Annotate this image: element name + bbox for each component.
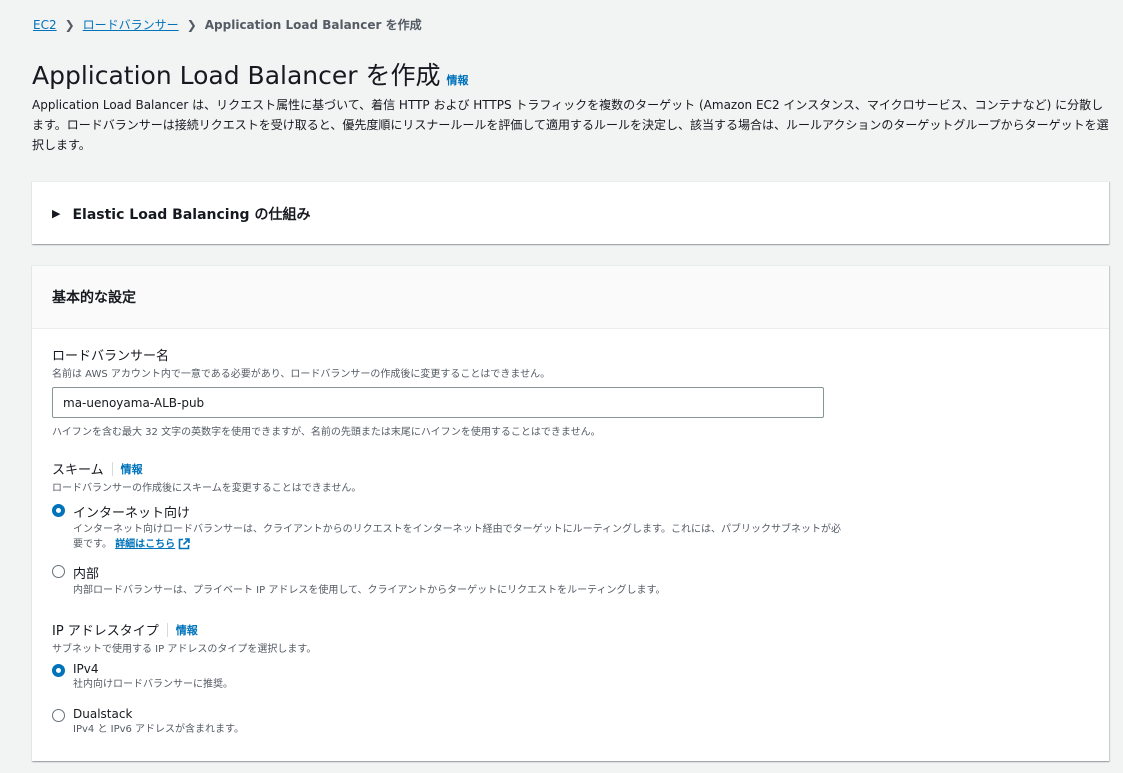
radio-description: 社内向けロードバランサーに推奨。: [73, 679, 233, 690]
lb-name-input[interactable]: [52, 387, 824, 418]
chevron-right-icon: ❯: [186, 17, 197, 32]
caret-right-icon: ▶: [52, 207, 61, 220]
radio-label: インターネット向け: [73, 506, 191, 521]
ip-type-info-link[interactable]: 情報: [176, 622, 198, 638]
radio-text: インターネット向け インターネット向けロードバランサーは、クライアントからのリク…: [73, 502, 843, 552]
info-link[interactable]: 情報: [446, 72, 468, 88]
lb-name-label: ロードバランサー名: [52, 349, 170, 364]
radio-text: 内部 内部ロードバランサーは、プライベート IP アドレスを使用して、クライアン…: [73, 563, 666, 598]
chevron-right-icon: ❯: [64, 17, 75, 32]
radio-button-selected[interactable]: [52, 504, 65, 517]
breadcrumb-load-balancers[interactable]: ロードバランサー: [83, 16, 179, 33]
ip-type-label: IP アドレスタイプ: [52, 624, 159, 639]
ip-option-ipv4[interactable]: IPv4 社内向けロードバランサーに推奨。: [52, 662, 233, 692]
breadcrumb: EC2 ❯ ロードバランサー ❯ Application Load Balanc…: [33, 16, 422, 33]
expander-label: Elastic Load Balancing の仕組み: [72, 206, 311, 223]
basic-settings-panel: 基本的な設定 ロードバランサー名 名前は AWS アカウント内で一意である必要が…: [32, 265, 1109, 761]
scheme-description: ロードバランサーの作成後にスキームを変更することはできません。: [52, 483, 362, 494]
ip-type-label-row: IP アドレスタイプ 情報: [52, 620, 316, 639]
basic-settings-heading: 基本的な設定: [32, 266, 1109, 329]
scheme-field: スキーム 情報 ロードバランサーの作成後にスキームを変更することはできません。: [52, 459, 361, 494]
radio-label: 内部: [73, 567, 100, 582]
radio-button[interactable]: [52, 565, 65, 578]
ip-type-description: サブネットで使用する IP アドレスのタイプを選択します。: [52, 644, 317, 655]
lb-name-description: 名前は AWS アカウント内で一意である必要があり、ロードバランサーの作成後に変…: [52, 369, 551, 380]
radio-button-selected[interactable]: [52, 664, 65, 677]
how-elb-works-panel: ▶ Elastic Load Balancing の仕組み: [32, 181, 1109, 244]
ip-type-field: IP アドレスタイプ 情報 サブネットで使用する IP アドレスのタイプを選択し…: [52, 620, 316, 655]
radio-description: IPv4 と IPv6 アドレスが含まれます。: [73, 724, 245, 735]
radio-label: IPv4: [73, 662, 99, 676]
scheme-option-internet-facing[interactable]: インターネット向け インターネット向けロードバランサーは、クライアントからのリク…: [52, 502, 843, 552]
radio-text: Dualstack IPv4 と IPv6 アドレスが含まれます。: [73, 707, 244, 737]
how-elb-works-expander[interactable]: ▶ Elastic Load Balancing の仕組み: [32, 182, 1109, 245]
radio-button[interactable]: [52, 709, 65, 722]
scheme-info-link[interactable]: 情報: [121, 461, 143, 477]
page-title: Application Load Balancer を作成: [32, 61, 441, 90]
page-description: Application Load Balancer は、リクエスト属性に基づいて…: [32, 98, 1109, 152]
radio-description: インターネット向けロードバランサーは、クライアントからのリクエストをインターネッ…: [73, 522, 843, 552]
learn-more-text: 詳細はこちら: [115, 539, 176, 550]
breadcrumb-current: Application Load Balancer を作成: [204, 18, 422, 32]
learn-more-link[interactable]: 詳細はこちら: [115, 538, 190, 550]
scheme-label: スキーム: [52, 463, 104, 478]
external-link-icon: [178, 538, 190, 550]
scheme-option-internal[interactable]: 内部 内部ロードバランサーは、プライベート IP アドレスを使用して、クライアン…: [52, 563, 666, 598]
radio-text: IPv4 社内向けロードバランサーに推奨。: [73, 662, 233, 692]
ip-option-dualstack[interactable]: Dualstack IPv4 と IPv6 アドレスが含まれます。: [52, 707, 244, 737]
radio-label: Dualstack: [73, 707, 133, 721]
divider: [166, 622, 168, 637]
lb-name-constraint: ハイフンを含む最大 32 文字の英数字を使用できますが、名前の先頭または末尾にハ…: [52, 427, 601, 438]
radio-description: 内部ロードバランサーは、プライベート IP アドレスを使用して、クライアントから…: [73, 585, 666, 596]
page-title-row: Application Load Balancer を作成 情報: [32, 56, 468, 92]
lb-name-field: ロードバランサー名 名前は AWS アカウント内で一意である必要があり、ロードバ…: [52, 345, 824, 438]
scheme-label-row: スキーム 情報: [52, 459, 361, 478]
breadcrumb-ec2[interactable]: EC2: [33, 18, 57, 32]
divider: [111, 461, 113, 476]
